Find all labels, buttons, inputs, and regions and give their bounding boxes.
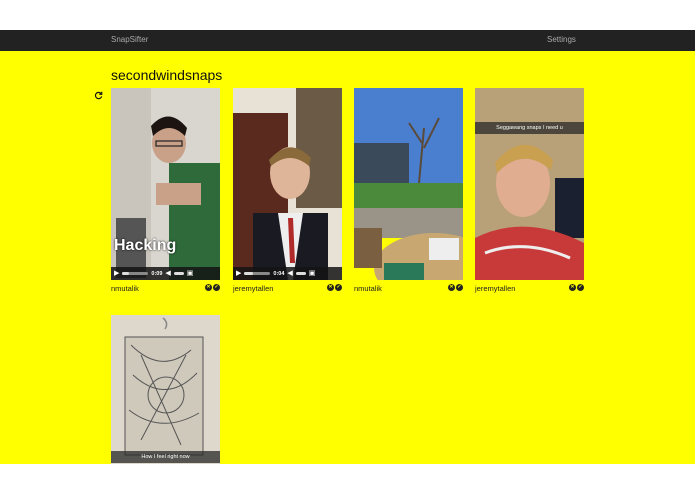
snap-image[interactable]: Seggawang snaps I need u [475,88,584,280]
volume-icon[interactable]: ◀ [287,270,292,277]
reject-icon[interactable]: ✕ [327,284,334,291]
video-controls: ▶ 0:09 ◀ ▣ [111,267,220,280]
time-display: 0:09 [151,270,163,277]
snap-username: nmutalik [111,284,139,293]
navbar: SnapSifter Settings [0,30,695,51]
snap-image[interactable] [354,88,463,280]
snap-caption: How I feel right now [111,451,220,463]
video-controls: ▶ 0:04 ◀ ▣ [233,267,342,280]
snap-video[interactable]: Hacking ▶ 0:09 ◀ ▣ [111,88,220,280]
snap-video[interactable]: ▶ 0:04 ◀ ▣ [233,88,342,280]
snap-username: nmutalik [354,284,382,293]
seek-bar[interactable] [244,272,271,275]
reject-icon[interactable]: ✕ [569,284,576,291]
page-title: secondwindsnaps [111,67,223,83]
snap-card: How I feel right now [111,315,220,464]
refresh-icon[interactable] [94,91,103,100]
fullscreen-icon[interactable]: ▣ [309,270,316,277]
volume-icon[interactable]: ◀ [165,270,170,277]
reject-icon[interactable]: ✕ [448,284,455,291]
bottom-margin [0,464,695,494]
time-display: 0:04 [273,270,285,277]
settings-link[interactable]: Settings [547,35,576,44]
seek-bar[interactable] [122,272,149,275]
brand-link[interactable]: SnapSifter [111,35,148,44]
play-icon[interactable]: ▶ [114,270,119,277]
snap-card: nmutalik ✕ ✓ [354,88,463,295]
volume-slider[interactable] [295,272,306,275]
snap-overlay-text: Hacking [114,237,177,254]
main-content: secondwindsnaps Hacking ▶ 0:09 ◀ ▣ nmuta… [0,51,695,464]
play-icon[interactable]: ▶ [236,270,241,277]
approve-icon[interactable]: ✓ [456,284,463,291]
snap-caption: Seggawang snaps I need u [475,122,584,134]
snap-card: Hacking ▶ 0:09 ◀ ▣ nmutalik ✕ ✓ [111,88,220,295]
snap-card: Seggawang snaps I need u jeremytallen ✕ … [475,88,584,295]
volume-slider[interactable] [173,272,184,275]
approve-icon[interactable]: ✓ [577,284,584,291]
reject-icon[interactable]: ✕ [205,284,212,291]
top-margin [0,0,695,30]
approve-icon[interactable]: ✓ [213,284,220,291]
fullscreen-icon[interactable]: ▣ [187,270,194,277]
snap-username: jeremytallen [475,284,516,293]
snap-username: jeremytallen [233,284,274,293]
snap-card: ▶ 0:04 ◀ ▣ jeremytallen ✕ ✓ [233,88,342,295]
approve-icon[interactable]: ✓ [335,284,342,291]
snap-image[interactable]: How I feel right now [111,315,220,464]
